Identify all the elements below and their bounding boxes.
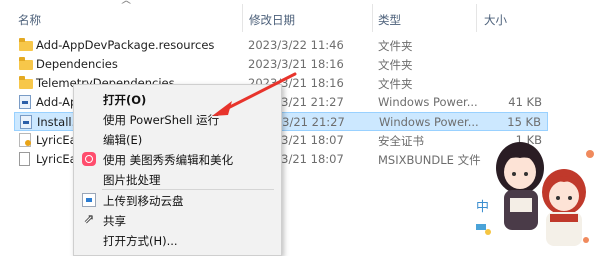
file-name: Dependencies [36,57,118,71]
file-date: 2023/3/21 18:16 [248,57,344,71]
anime-characters-illustration [476,142,594,246]
file-name: Add-AppDevPackage.resources [36,38,215,52]
document-icon [19,152,33,166]
menu-item-label: 图片批处理 [103,173,161,187]
powershell-script-icon [19,95,33,109]
file-type: MSIXBUNDLE 文件 [378,153,481,167]
folder-icon [19,76,33,90]
file-type: 安全证书 [378,134,424,148]
menu-item-label: 上传到移动云盘 [103,194,184,208]
sticker-text: 中 [476,200,490,215]
column-header-name[interactable]: 名称 [18,12,41,28]
menu-item-meitu-edit[interactable]: 使用 美图秀秀编辑和美化 [74,149,281,169]
menu-item-run-with-powershell[interactable]: 使用 PowerShell 运行 [74,109,281,129]
file-size: 41 KB [508,95,542,109]
file-row[interactable]: Dependencies 2023/3/21 18:16 文件夹 [14,55,548,74]
column-divider[interactable] [476,4,477,32]
file-size: 15 KB [507,115,541,129]
menu-item-label: 共享 [103,214,126,228]
menu-item-open[interactable]: 打开(O) [74,89,281,109]
file-type: Windows Power... [379,115,479,129]
menu-item-label: 打开方式(H)... [103,234,178,248]
meitu-app-icon [82,152,96,166]
menu-item-share[interactable]: ⇗ 共享 [74,210,281,230]
menu-item-label: 编辑(E) [103,133,143,147]
column-divider[interactable] [242,4,243,32]
file-row[interactable]: Add-AppDevPackage.resources 2023/3/22 11… [14,36,548,55]
decorative-sticker: 中 [468,128,600,253]
context-menu: 打开(O) 使用 PowerShell 运行 编辑(E) 使用 美图秀秀编辑和美… [73,84,282,256]
file-type: 文件夹 [378,39,413,53]
file-date: 2023/3/22 11:46 [248,38,344,52]
column-header-size[interactable]: 大小 [484,12,507,28]
column-header-date[interactable]: 修改日期 [249,12,295,28]
folder-icon [19,38,33,52]
folder-icon [19,57,33,71]
certificate-icon [19,133,33,147]
menu-item-label: 使用 美图秀秀编辑和美化 [103,153,234,167]
file-type: 文件夹 [378,58,413,72]
menu-item-edit[interactable]: 编辑(E) [74,129,281,149]
powershell-script-icon [20,115,34,129]
column-divider[interactable] [372,4,373,32]
column-header-bar: ^ 名称 修改日期 类型 大小 [0,0,600,34]
menu-item-batch-image[interactable]: 图片批处理 [74,169,281,189]
menu-item-label: 打开(O) [103,93,147,107]
file-type: 文件夹 [378,77,413,91]
menu-item-upload-cloud[interactable]: 上传到移动云盘 [74,190,281,210]
share-icon: ⇗ [83,212,95,227]
column-header-type[interactable]: 类型 [378,12,401,28]
sort-ascending-icon[interactable]: ^ [119,0,132,11]
cloud-upload-icon [82,193,96,207]
file-type: Windows Power... [378,95,478,109]
menu-item-open-with[interactable]: 打开方式(H)... [74,230,281,250]
menu-item-label: 使用 PowerShell 运行 [103,113,220,127]
